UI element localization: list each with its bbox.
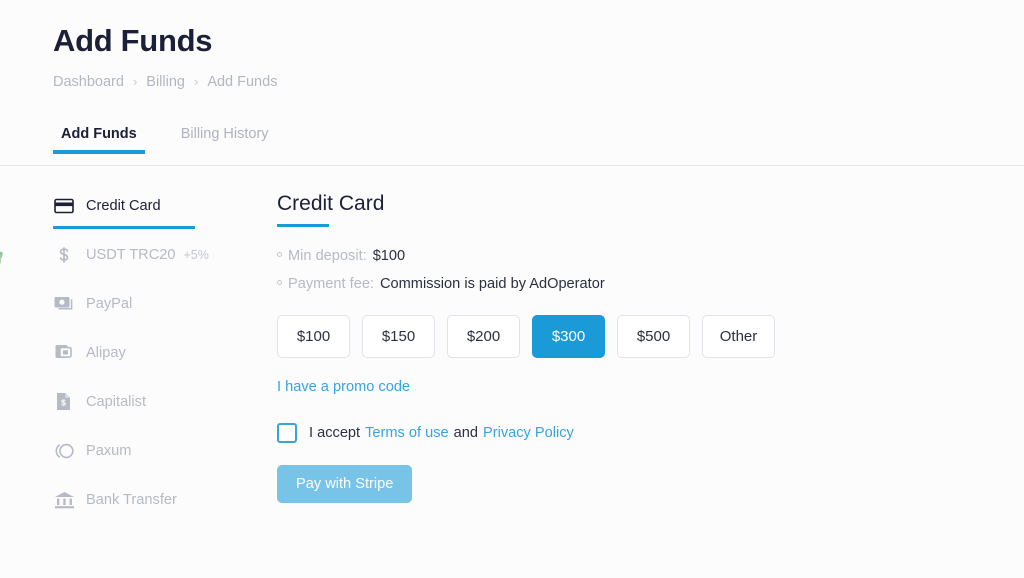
payment-method-usdt-trc20[interactable]: USDT TRC20 +5% (53, 241, 238, 269)
paypal-icon (53, 293, 75, 315)
payment-method-capitalist[interactable]: $ Capitalist (53, 388, 238, 416)
amount-option-200[interactable]: $200 (447, 314, 520, 358)
payment-method-label: Capitalist (86, 393, 147, 410)
breadcrumb-item-billing[interactable]: Billing (146, 74, 185, 90)
payment-method-alipay[interactable]: Alipay (53, 339, 238, 367)
info-label: Payment fee: (288, 275, 374, 292)
page-title: Add Funds (53, 23, 213, 58)
payment-info-list: Min deposit: $100 Payment fee: Commissio… (277, 248, 775, 292)
payment-method-paypal[interactable]: PayPal (53, 290, 238, 318)
payment-method-bonus-badge: +5% (183, 247, 209, 262)
amount-option-300[interactable]: $300 (532, 314, 605, 358)
amount-option-other[interactable]: Other (702, 314, 775, 358)
payment-method-label: Paxum (86, 442, 132, 459)
accept-conjunction: and (453, 424, 479, 441)
capitalist-icon: $ (53, 391, 75, 413)
breadcrumb-item-add-funds: Add Funds (207, 73, 278, 90)
tab-billing-history[interactable]: Billing History (173, 126, 277, 153)
payment-method-paxum[interactable]: Paxum (53, 437, 238, 465)
percent-badge-icon (0, 237, 9, 281)
tab-add-funds[interactable]: Add Funds (53, 126, 145, 154)
payment-method-label: Bank Transfer (86, 491, 177, 508)
breadcrumb-separator-icon: › (132, 74, 138, 90)
info-row-min-deposit: Min deposit: $100 (277, 248, 775, 264)
payment-method-label: PayPal (86, 295, 133, 312)
amount-options: $100 $150 $200 $300 $500 Other (277, 314, 775, 358)
payment-method-label: Credit Card (86, 197, 161, 214)
promo-code-link[interactable]: I have a promo code (277, 379, 410, 395)
pay-with-stripe-button[interactable]: Pay with Stripe (277, 464, 413, 503)
payment-method-label: Alipay (86, 344, 126, 361)
privacy-policy-link[interactable]: Privacy Policy (483, 425, 574, 441)
page-content: Credit Card USDT TRC20 +5% PayPal Alipay… (0, 166, 1024, 535)
panel-title: Credit Card (277, 192, 384, 227)
breadcrumb-item-dashboard[interactable]: Dashboard (53, 74, 124, 90)
breadcrumb: Dashboard › Billing › Add Funds (53, 74, 1024, 90)
info-row-payment-fee: Payment fee: Commission is paid by AdOpe… (277, 276, 775, 292)
amount-option-150[interactable]: $150 (362, 314, 435, 358)
payment-method-credit-card[interactable]: Credit Card (53, 192, 238, 229)
payment-methods-list: Credit Card USDT TRC20 +5% PayPal Alipay… (0, 192, 238, 535)
terms-of-use-link[interactable]: Terms of use (365, 425, 449, 441)
alipay-icon (53, 342, 75, 364)
add-funds-page: Add Funds Dashboard › Billing › Add Fund… (0, 0, 1024, 578)
amount-option-100[interactable]: $100 (277, 314, 350, 358)
breadcrumb-separator-icon: › (193, 74, 199, 90)
accept-terms-text: I accept Terms of use and Privacy Policy (309, 425, 574, 441)
payment-panel: Credit Card Min deposit: $100 Payment fe… (238, 192, 775, 535)
payment-method-bank-transfer[interactable]: Bank Transfer (53, 486, 238, 514)
bank-icon (53, 489, 75, 511)
info-value: Commission is paid by AdOperator (380, 275, 605, 292)
info-value: $100 (372, 247, 406, 264)
accept-prefix: I accept (309, 424, 361, 441)
svg-text:$: $ (61, 398, 66, 408)
accept-terms-checkbox[interactable] (277, 422, 297, 443)
bullet-icon (277, 279, 282, 285)
tab-bar: Add Funds Billing History (0, 126, 1024, 166)
accept-terms-row: I accept Terms of use and Privacy Policy (277, 422, 775, 443)
info-label: Min deposit: (288, 247, 367, 264)
credit-card-icon (53, 195, 75, 217)
amount-option-500[interactable]: $500 (617, 314, 690, 358)
paxum-icon (53, 440, 75, 462)
dollar-icon (53, 244, 75, 266)
bullet-icon (277, 251, 282, 257)
payment-method-label: USDT TRC20 (86, 246, 176, 263)
page-header: Add Funds Dashboard › Billing › Add Fund… (0, 0, 1024, 90)
